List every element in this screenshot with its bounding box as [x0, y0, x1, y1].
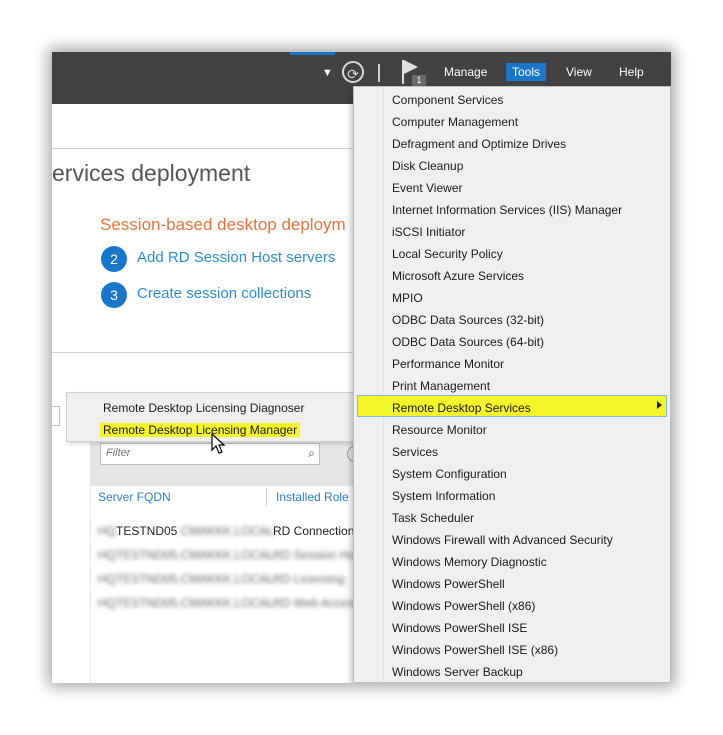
- step-number-badge: 2: [101, 246, 127, 272]
- menu-item-remote-desktop-services[interactable]: Remote Desktop Services: [392, 397, 531, 419]
- menu-item-services[interactable]: Services: [392, 441, 438, 463]
- menu-item-component-services[interactable]: Component Services: [392, 89, 503, 111]
- column-separator: [266, 488, 267, 506]
- menu-view[interactable]: View: [560, 63, 598, 81]
- fqdn-prefix-redacted: HQ: [98, 524, 116, 538]
- notifications-flag-icon[interactable]: 1: [400, 58, 426, 86]
- menu-item-performance-monitor[interactable]: Performance Monitor: [392, 353, 504, 375]
- menu-item-print-management[interactable]: Print Management: [392, 375, 490, 397]
- table-row-fqdn[interactable]: HQTESTND05.CMAKKK.LOCAL: [98, 596, 274, 610]
- toolbar-separator: [378, 64, 380, 82]
- menu-item-local-security-policy[interactable]: Local Security Policy: [392, 243, 503, 265]
- fqdn-suffix-redacted: .CMAKKK.LOCAL: [177, 524, 275, 538]
- menu-item-system-information[interactable]: System Information: [392, 485, 495, 507]
- menu-item-windows-firewall-with-advanced-security[interactable]: Windows Firewall with Advanced Security: [392, 529, 613, 551]
- tools-dropdown-menu: Component Services Computer Management Def…: [353, 86, 671, 683]
- mouse-cursor-icon: [211, 433, 226, 454]
- menu-item-task-scheduler[interactable]: Task Scheduler: [392, 507, 474, 529]
- column-header-server-fqdn[interactable]: Server FQDN: [98, 490, 171, 504]
- table-row-fqdn[interactable]: HQTESTND05.CMAKKK.LOCAL: [98, 548, 274, 562]
- menu-item-windows-memory-diagnostic[interactable]: Windows Memory Diagnostic: [392, 551, 547, 573]
- fqdn-visible-part: TESTND05: [116, 524, 178, 538]
- panel-expander[interactable]: [52, 406, 60, 426]
- step-link-label[interactable]: Add RD Session Host servers: [137, 249, 335, 266]
- menu-item-internet-information-services-iis-manager[interactable]: Internet Information Services (IIS) Mana…: [392, 199, 622, 221]
- menu-help[interactable]: Help: [613, 63, 650, 81]
- menu-item-windows-powershell-ise-x86[interactable]: Windows PowerShell ISE (x86): [392, 639, 558, 661]
- search-icon[interactable]: ⌕: [308, 446, 315, 461]
- menu-item-disk-cleanup[interactable]: Disk Cleanup: [392, 155, 463, 177]
- column-header-installed-role[interactable]: Installed Role S: [276, 490, 360, 504]
- menu-item-windows-powershell[interactable]: Windows PowerShell: [392, 573, 505, 595]
- notification-count-badge: 1: [412, 75, 426, 86]
- menu-item-event-viewer[interactable]: Event Viewer: [392, 177, 462, 199]
- menu-manage[interactable]: Manage: [438, 63, 493, 81]
- highlighted-label: Remote Desktop Licensing Manager: [100, 423, 301, 437]
- step-link-label[interactable]: Create session collections: [137, 285, 311, 302]
- menu-item-defragment-and-optimize-drives[interactable]: Defragment and Optimize Drives: [392, 133, 566, 155]
- menu-item-odbc-data-sources-64-bit[interactable]: ODBC Data Sources (64-bit): [392, 331, 544, 353]
- menu-item-odbc-data-sources-32-bit[interactable]: ODBC Data Sources (32-bit): [392, 309, 544, 331]
- menu-item-resource-monitor[interactable]: Resource Monitor: [392, 419, 487, 441]
- menu-item-windows-powershell-ise[interactable]: Windows PowerShell ISE: [392, 617, 527, 639]
- table-row-role: RD Connection: [273, 524, 355, 538]
- divider: [52, 148, 353, 149]
- menu-item-licensing-diagnoser[interactable]: Remote Desktop Licensing Diagnoser: [103, 401, 304, 415]
- table-row-role: RD Session Hos: [273, 548, 362, 562]
- menu-item-iscsi-initiator[interactable]: iSCSI Initiator: [392, 221, 465, 243]
- table-row-role: RD Web Access: [273, 596, 360, 610]
- deployment-subheading: Session-based desktop deploym: [100, 215, 346, 234]
- server-manager-window: ▼ ⟳ 1 Manage Tools View Help ervices dep…: [52, 52, 671, 683]
- submenu-arrow-icon: [657, 401, 662, 409]
- dropdown-arrow-icon[interactable]: ▼: [322, 67, 333, 79]
- menu-item-licensing-manager[interactable]: Remote Desktop Licensing Manager: [100, 423, 301, 437]
- divider: [52, 352, 353, 353]
- remote-desktop-services-submenu: Remote Desktop Licensing Diagnoser Remot…: [66, 392, 354, 442]
- menu-item-system-configuration[interactable]: System Configuration: [392, 463, 507, 485]
- menu-icon-gutter: [383, 87, 384, 683]
- menu-item-microsoft-azure-services[interactable]: Microsoft Azure Services: [392, 265, 524, 287]
- page-heading: ervices deployment: [52, 160, 251, 186]
- menu-item-windows-server-backup[interactable]: Windows Server Backup: [392, 661, 523, 683]
- table-row-role: RD Licensing: [273, 572, 345, 586]
- table-row-fqdn[interactable]: HQTESTND05.CMAKKK.LOCAL: [98, 572, 274, 586]
- filter-placeholder: Filter: [106, 447, 131, 459]
- menu-tools[interactable]: Tools: [506, 63, 547, 81]
- filter-input[interactable]: Filter ⌕: [100, 443, 320, 465]
- accent-strip: [290, 52, 335, 55]
- refresh-icon[interactable]: ⟳: [342, 61, 364, 83]
- menu-item-windows-powershell-x86[interactable]: Windows PowerShell (x86): [392, 595, 535, 617]
- menu-item-computer-management[interactable]: Computer Management: [392, 111, 518, 133]
- menu-item-mpio[interactable]: MPIO: [392, 287, 423, 309]
- step-number-badge: 3: [101, 282, 127, 308]
- flag-cloth: [404, 60, 418, 74]
- table-row-fqdn[interactable]: HQTESTND05.CMAKKK.LOCAL: [98, 524, 274, 538]
